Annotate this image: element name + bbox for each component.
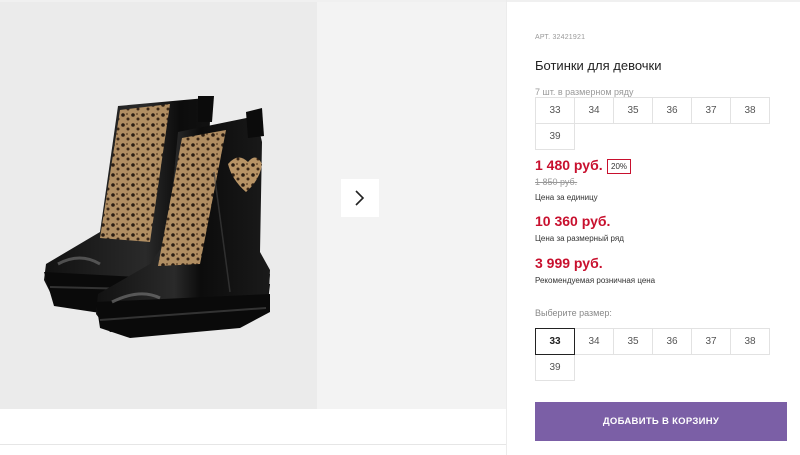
add-to-cart-button[interactable]: ДОБАВИТЬ В КОРЗИНУ [535, 402, 787, 441]
size-row-item: 37 [691, 97, 731, 124]
size-option-33[interactable]: 33 [535, 328, 575, 355]
product-gallery [0, 2, 506, 409]
size-row-item: 36 [652, 97, 692, 124]
discount-badge: 20% [607, 159, 632, 174]
next-image-button[interactable] [341, 179, 379, 217]
size-row-item: 38 [730, 97, 770, 124]
boots-image [44, 96, 270, 338]
old-price: 1 850 руб. [535, 177, 578, 187]
recommended-price: 3 999 руб. [535, 255, 603, 271]
sku-label: АРТ. [535, 34, 551, 41]
size-option-38[interactable]: 38 [730, 328, 770, 355]
size-row-grid: 33 34 35 36 37 38 39 [535, 97, 770, 150]
size-option-37[interactable]: 37 [691, 328, 731, 355]
size-row-item: 33 [535, 97, 575, 124]
size-row-item: 34 [574, 97, 614, 124]
size-row-item: 39 [535, 123, 575, 150]
unit-price: 1 480 руб. [535, 157, 603, 173]
sku-value: 32421921 [552, 34, 586, 41]
row-price-label: Цена за размерный ряд [535, 234, 624, 243]
chevron-right-icon [355, 190, 365, 206]
size-option-36[interactable]: 36 [652, 328, 692, 355]
size-picker: 33 34 35 36 37 38 39 [535, 328, 770, 381]
size-row-item: 35 [613, 97, 653, 124]
size-row-note: 7 шт. в размерном ряду [535, 87, 634, 97]
product-photo [0, 2, 317, 409]
size-option-34[interactable]: 34 [574, 328, 614, 355]
recommended-price-label: Рекомендуемая розничная цена [535, 276, 656, 285]
product-title: Ботинки для девочки [535, 58, 662, 73]
vertical-divider [506, 0, 507, 455]
sku: АРТ. 32421921 [535, 34, 585, 41]
unit-price-label: Цена за единицу [535, 193, 598, 202]
row-price: 10 360 руб. [535, 213, 611, 229]
size-option-39[interactable]: 39 [535, 354, 575, 381]
size-option-35[interactable]: 35 [613, 328, 653, 355]
product-info: АРТ. 32421921 Ботинки для девочки 7 шт. … [535, 0, 800, 455]
gallery-divider [0, 444, 506, 445]
choose-size-label: Выберите размер: [535, 308, 612, 318]
